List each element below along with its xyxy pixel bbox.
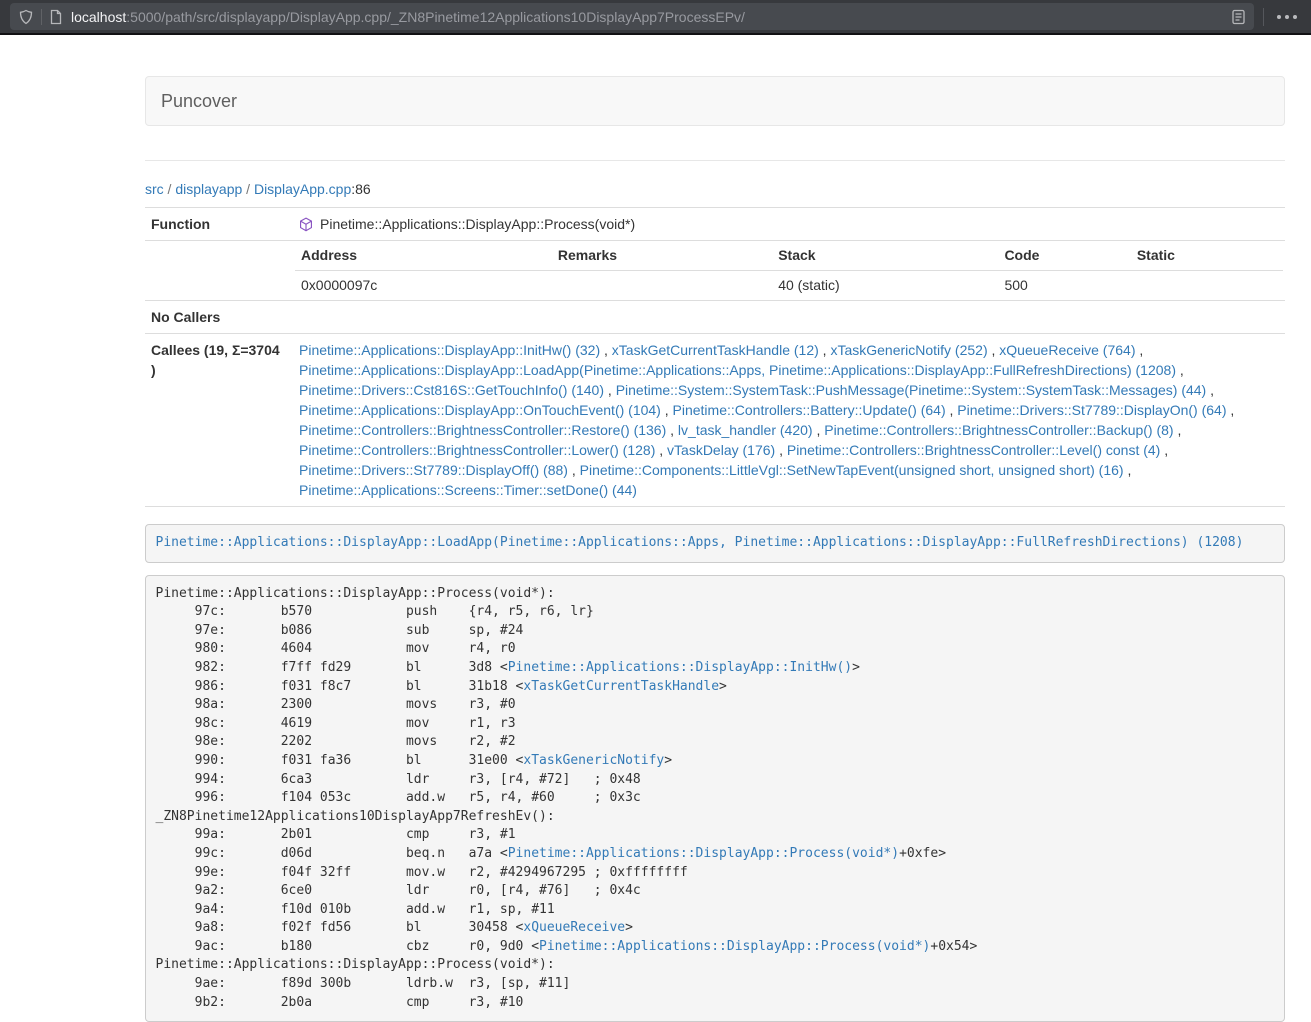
callee-link[interactable]: Pinetime::Applications::DisplayApp::Init… [299,342,600,358]
breadcrumb-file[interactable]: DisplayApp.cpp [254,181,351,197]
url-text[interactable]: localhost:5000/path/src/displayapp/Displ… [71,9,1231,25]
asm-symbol-link[interactable]: xTaskGenericNotify [523,753,664,768]
navbar: Puncover [145,76,1285,126]
callees-list: Pinetime::Applications::DisplayApp::Init… [293,334,1285,507]
table-row-details: Address Remarks Stack Code Static 0x0000… [145,241,1285,301]
callee-link[interactable]: vTaskDelay (176) [667,442,775,458]
callees-label: Callees (19, Σ=3704 ) [145,334,293,507]
callee-link[interactable]: xTaskGenericNotify (252) [830,342,987,358]
callee-link[interactable]: Pinetime::Components::LittleVgl::SetNewT… [580,462,1124,478]
browser-toolbar: localhost:5000/path/src/displayapp/Displ… [0,0,1311,35]
urlbar-divider [41,9,42,25]
asm-symbol-link[interactable]: Pinetime::Applications::DisplayApp::Proc… [508,846,899,861]
callee-link[interactable]: xTaskGetCurrentTaskHandle (12) [612,342,819,358]
asm-symbol-link[interactable]: xQueueReceive [523,920,625,935]
asm-symbol-link[interactable]: xTaskGetCurrentTaskHandle [523,679,719,694]
snippet-symbol-link[interactable]: Pinetime::Applications::DisplayApp::Load… [156,535,1244,550]
page-icon [49,9,63,25]
col-address: Address [295,241,552,271]
static-value [1131,271,1283,301]
callee-link[interactable]: Pinetime::Controllers::BrightnessControl… [299,422,666,438]
callee-link[interactable]: Pinetime::Controllers::BrightnessControl… [787,442,1160,458]
function-label: Function [145,208,293,241]
table-row-values: 0x0000097c 40 (static) 500 [295,271,1283,301]
function-info-table: Function Pinetime::Applications::Display… [145,207,1285,507]
shield-icon[interactable] [18,9,34,25]
callee-link[interactable]: Pinetime::System::SystemTask::PushMessag… [616,382,1207,398]
breadcrumb-separator: / [164,181,176,197]
breadcrumb-separator: / [242,181,254,197]
callee-link[interactable]: Pinetime::Drivers::St7789::DisplayOn() (… [957,402,1226,418]
table-row-function: Function Pinetime::Applications::Display… [145,208,1285,241]
callee-link[interactable]: Pinetime::Controllers::BrightnessControl… [299,442,655,458]
toolbar-divider [1263,8,1264,26]
url-bar[interactable]: localhost:5000/path/src/displayapp/Displ… [10,3,1254,30]
divider [145,160,1285,161]
col-remarks: Remarks [552,241,772,271]
reader-mode-icon[interactable] [1231,9,1246,25]
page: Puncover src / displayapp / DisplayApp.c… [0,76,1311,1022]
breadcrumb-line-number: :86 [351,181,370,197]
breadcrumb-displayapp[interactable]: displayapp [175,181,242,197]
col-stack: Stack [772,241,998,271]
url-path: :5000/path/src/displayapp/DisplayApp.cpp… [126,9,745,25]
remarks-value [552,271,772,301]
details-table: Address Remarks Stack Code Static 0x0000… [295,241,1283,300]
asm-symbol-link[interactable]: Pinetime::Applications::DisplayApp::Init… [508,660,852,675]
callee-link[interactable]: Pinetime::Controllers::Battery::Update()… [673,402,946,418]
more-menu-icon[interactable] [1273,15,1301,19]
callee-link[interactable]: Pinetime::Applications::DisplayApp::OnTo… [299,402,661,418]
callee-link[interactable]: Pinetime::Controllers::BrightnessControl… [824,422,1173,438]
breadcrumb-src[interactable]: src [145,181,164,197]
assembly-listing: Pinetime::Applications::DisplayApp::Proc… [145,575,1285,1022]
source-snippet: Pinetime::Applications::DisplayApp::Load… [145,524,1285,563]
asm-symbol-link[interactable]: Pinetime::Applications::DisplayApp::Proc… [539,939,930,954]
callee-link[interactable]: Pinetime::Drivers::Cst816S::GetTouchInfo… [299,382,604,398]
stack-value: 40 (static) [772,271,998,301]
callee-link[interactable]: xQueueReceive (764) [999,342,1135,358]
col-static: Static [1131,241,1283,271]
table-row-callees: Callees (19, Σ=3704 ) Pinetime::Applicat… [145,334,1285,507]
no-callers-label: No Callers [145,301,293,334]
address-value: 0x0000097c [295,271,552,301]
callee-link[interactable]: lv_task_handler (420) [678,422,813,438]
table-row-no-callers: No Callers [145,301,1285,334]
callee-link[interactable]: Pinetime::Applications::DisplayApp::Load… [299,362,1176,378]
col-code: Code [998,241,1130,271]
breadcrumb: src / displayapp / DisplayApp.cpp:86 [145,179,1285,199]
callee-link[interactable]: Pinetime::Applications::Screens::Timer::… [299,482,637,498]
url-host: localhost [71,9,126,25]
package-cube-icon [299,217,313,232]
callee-link[interactable]: Pinetime::Drivers::St7789::DisplayOff() … [299,462,568,478]
brand-link[interactable]: Puncover [146,91,252,111]
code-value: 500 [998,271,1130,301]
function-name: Pinetime::Applications::DisplayApp::Proc… [320,214,635,234]
